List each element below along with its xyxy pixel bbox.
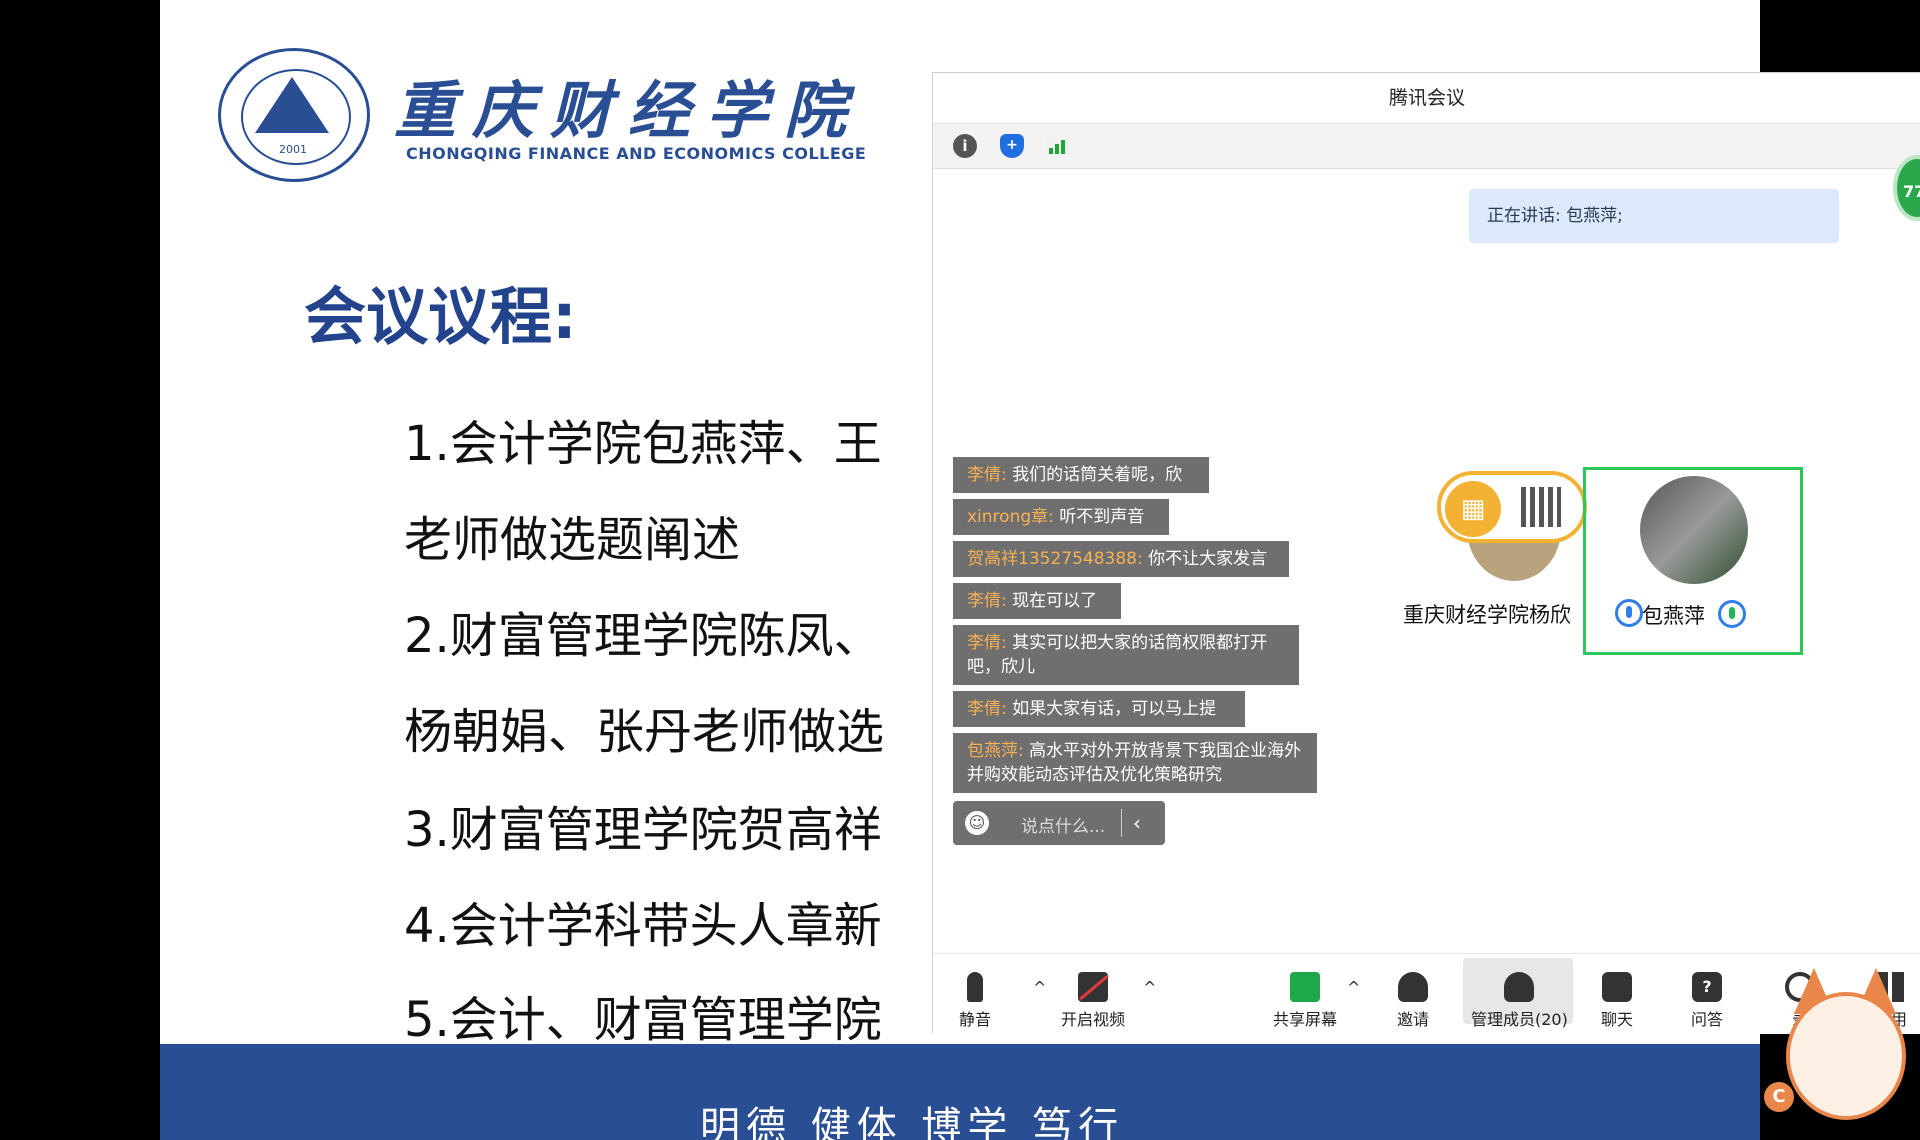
video-off-icon: [1078, 972, 1108, 1002]
agenda-title: 会议议程:: [304, 280, 577, 353]
chat-text: 我们的话筒关着呢，欣: [1006, 465, 1183, 485]
chat-icon: [1602, 972, 1632, 1002]
chat-text: 如果大家有话，可以马上提: [1006, 699, 1217, 719]
chevron-up-icon[interactable]: ^: [1033, 978, 1046, 997]
participant-overlay: ▦: [1437, 471, 1587, 543]
participant-name: 包燕萍: [1642, 604, 1705, 628]
signal-icon[interactable]: [1046, 134, 1070, 158]
meeting-window: 腾讯会议 i + 正在讲话: 包燕萍; 77 李倩: 我们的话筒关着呢，欣 xi…: [932, 72, 1920, 1034]
invite-button[interactable]: 邀请: [1397, 972, 1429, 1030]
chat-sender: 包燕萍:: [967, 741, 1024, 761]
chat-sender: 李倩:: [967, 591, 1007, 611]
chat-sender: 李倩:: [967, 465, 1007, 485]
meeting-title: 腾讯会议: [1388, 87, 1465, 109]
microphone-icon: [967, 972, 983, 1002]
chat-sender: 贺高祥13527548388:: [967, 549, 1143, 569]
agenda-line: 4.会计学科带头人章新: [404, 898, 882, 954]
agenda-line: 1.会计学院包燕萍、王: [404, 416, 882, 472]
top-right-black-area: [1760, 0, 1920, 72]
invite-label: 邀请: [1397, 1010, 1430, 1029]
mascot-face: [1786, 992, 1906, 1120]
chat-message: 李倩: 现在可以了: [953, 583, 1121, 619]
mascot-sticker: C: [1760, 958, 1920, 1140]
collapse-chat-icon[interactable]: ‹: [1133, 811, 1141, 835]
college-name-en: CHONGQING FINANCE AND ECONOMICS COLLEGE: [406, 144, 867, 163]
shield-icon[interactable]: +: [1000, 134, 1024, 158]
share-screen-icon: [1290, 972, 1320, 1002]
college-motto: 明德 健体 博学 笃行: [700, 1104, 1125, 1140]
agenda-line: 2.财富管理学院陈凤、: [404, 608, 882, 664]
chat-sender: 李倩:: [967, 699, 1007, 719]
chat-button[interactable]: 聊天: [1601, 972, 1633, 1030]
emoji-icon[interactable]: ☺: [965, 811, 989, 835]
question-icon: ?: [1692, 972, 1722, 1002]
video-button[interactable]: 开启视频: [1061, 972, 1125, 1030]
mute-button[interactable]: 静音: [959, 972, 991, 1030]
members-icon: [1504, 972, 1535, 1002]
left-black-bar: [0, 0, 160, 1140]
chat-message: xinrong章: 听不到声音: [953, 499, 1169, 535]
mic-icon: [1718, 600, 1746, 628]
chat-text: 听不到声音: [1053, 507, 1145, 527]
members-button[interactable]: 管理成员(20): [1471, 972, 1568, 1030]
college-logo: 2001: [218, 48, 370, 182]
agenda-line: 3.财富管理学院贺高祥: [404, 802, 882, 858]
qa-label: 问答: [1691, 1010, 1724, 1029]
logo-mountain-icon: [255, 77, 329, 133]
mascot-letter: C: [1764, 1082, 1794, 1112]
chat-input[interactable]: ☺ 说点什么... ‹: [953, 801, 1165, 845]
chat-text: 你不让大家发言: [1142, 549, 1268, 569]
video-label: 开启视频: [1061, 1010, 1126, 1029]
chat-message: 李倩: 如果大家有话，可以马上提: [953, 691, 1245, 727]
chat-message: 李倩: 其实可以把大家的话筒权限都打开吧，欣儿: [953, 625, 1299, 685]
chevron-up-icon[interactable]: ^: [1143, 978, 1156, 997]
participant-tile-active[interactable]: 包燕萍: [1583, 467, 1803, 655]
grid-icon: ▦: [1445, 481, 1501, 537]
agenda-line: 老师做选题阐述: [404, 512, 741, 568]
agenda-line: 5.会计、财富管理学院: [404, 992, 882, 1048]
share-label: 共享屏幕: [1273, 1010, 1338, 1029]
participant-avatar: [1640, 476, 1748, 584]
add-person-icon: [1398, 972, 1428, 1002]
chat-label: 聊天: [1601, 1010, 1634, 1029]
participant-name: 重庆财经学院杨欣: [1403, 603, 1571, 627]
chat-message: 包燕萍: 高水平对外开放背景下我国企业海外并购效能动态评估及优化策略研究: [953, 733, 1317, 793]
logo-year: 2001: [279, 143, 307, 156]
qa-button[interactable]: ? 问答: [1691, 972, 1723, 1030]
chat-placeholder: 说点什么...: [1021, 817, 1106, 837]
share-screen-button[interactable]: 共享屏幕: [1273, 972, 1337, 1030]
mute-label: 静音: [959, 1010, 992, 1029]
chat-sender: 李倩:: [967, 633, 1007, 653]
speaking-indicator: 正在讲话: 包燕萍;: [1469, 189, 1839, 243]
chat-text: 现在可以了: [1006, 591, 1098, 611]
chevron-up-icon[interactable]: ^: [1347, 978, 1360, 997]
qr-code-icon: [1521, 487, 1561, 527]
chat-message: 贺高祥13527548388: 你不让大家发言: [953, 541, 1289, 577]
meeting-top-toolbar: i +: [933, 123, 1920, 169]
college-name-cn: 重庆财经学院: [394, 74, 863, 147]
chat-message: 李倩: 我们的话筒关着呢，欣: [953, 457, 1209, 493]
chat-text: 其实可以把大家的话筒权限都打开吧，欣儿: [967, 633, 1268, 677]
chat-sender: xinrong章:: [967, 507, 1054, 527]
chat-divider: [1121, 809, 1122, 837]
agenda-line: 杨朝娟、张丹老师做选: [404, 704, 885, 760]
members-label: 管理成员(20): [1471, 1010, 1568, 1029]
info-icon[interactable]: i: [953, 134, 977, 158]
